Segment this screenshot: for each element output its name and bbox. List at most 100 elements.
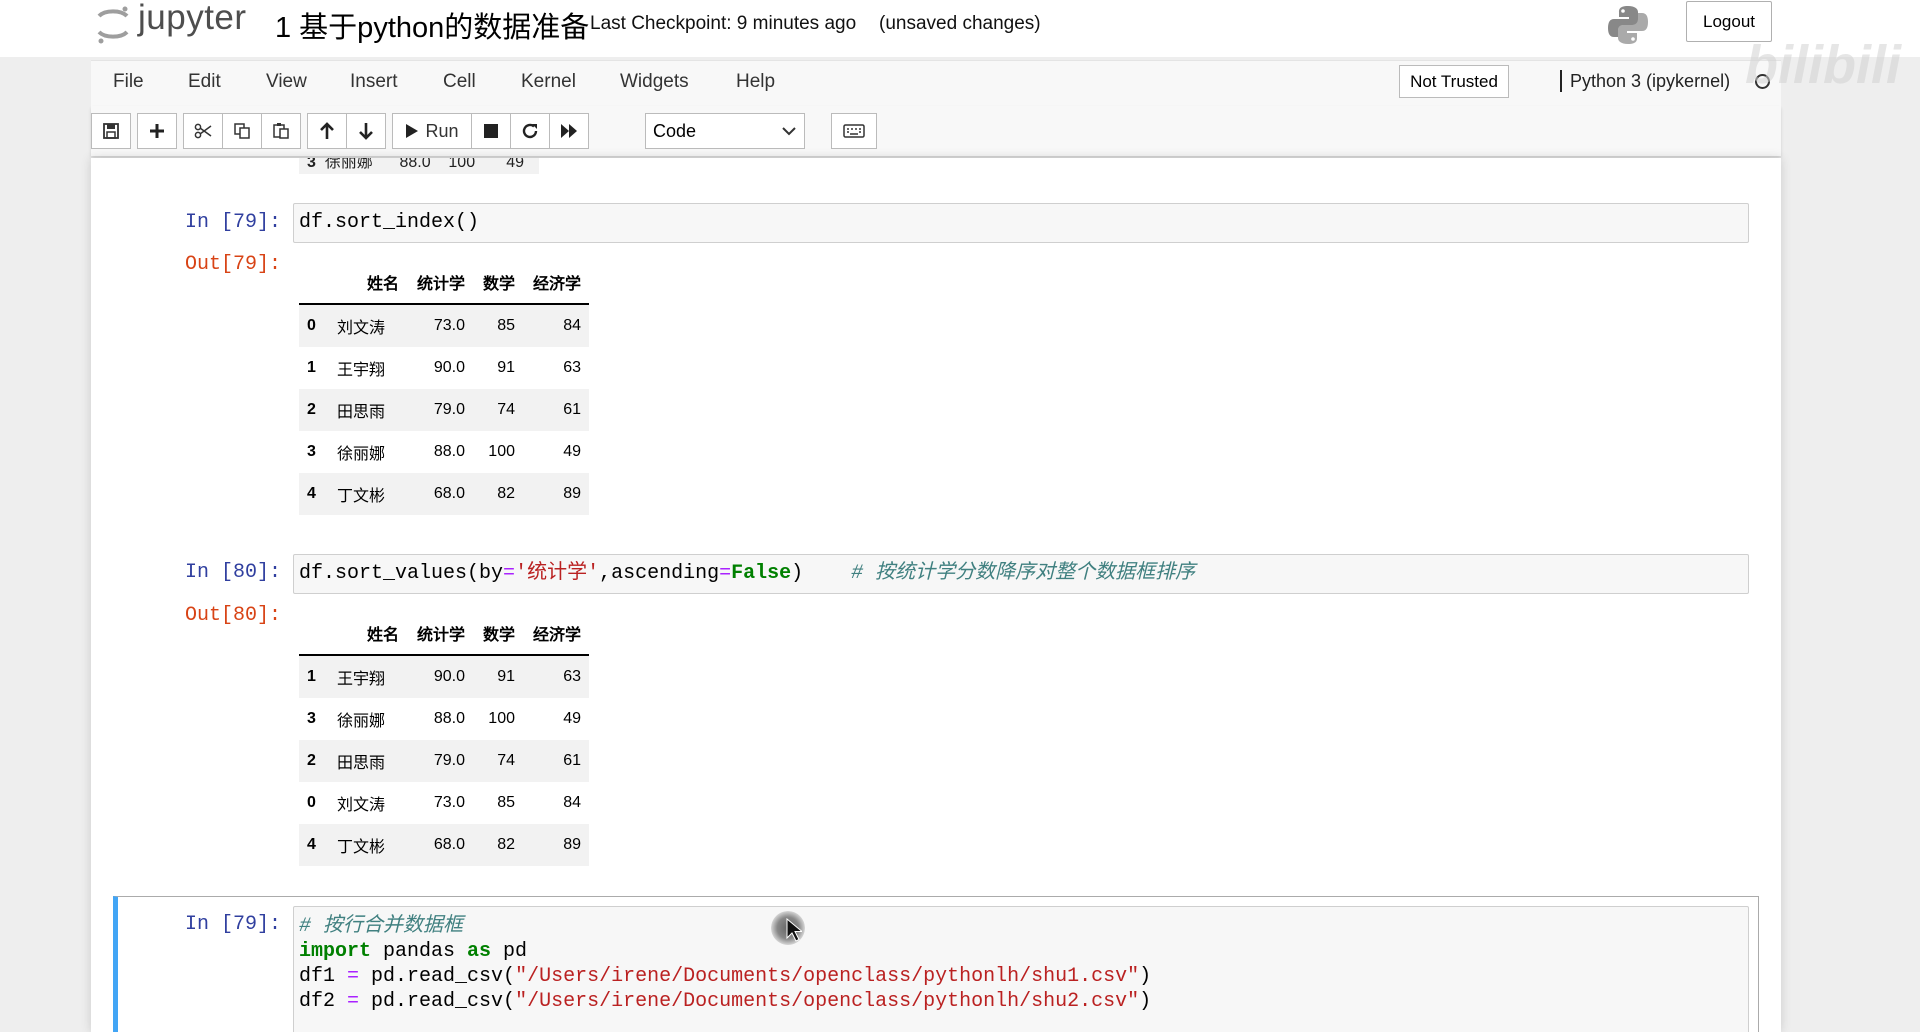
arrow-up-icon [320,122,334,139]
copy-button[interactable] [222,113,262,149]
table-cell: 徐丽娜 [337,713,386,730]
output-prompt: Out[79]: [184,253,281,276]
save-button[interactable] [91,113,131,149]
menubar: File Edit View Insert Cell Kernel Widget… [91,60,1781,106]
column-header [299,611,329,656]
header: jupyter 1 基于python的数据准备 Last Checkpoint:… [0,0,1920,57]
dataframe-output: 姓名 统计学 数学 经济学 1 王宇翔 90.0 91 63 3 徐丽娜 88.0 100 49… [299,611,589,866]
table-cell: 91 [497,668,515,685]
fast-forward-icon [561,124,577,138]
chevron-down-icon [782,127,796,136]
scissors-icon [194,123,212,139]
table-cell: 79.0 [433,752,465,769]
table-row: 3 徐丽娜 88.0 100 49 [299,698,589,740]
code-cell-input[interactable]: # 按行合并数据框 import pandas as pd df1 = pd.r… [293,906,1749,1032]
dataframe-output: 姓名 统计学 数学 经济学 0 刘文涛 73.0 85 84 1 王宇翔 90.0 91 63 … [299,260,589,515]
table-row: 1 王宇翔 90.0 91 63 [299,347,589,389]
menu-help[interactable]: Help [736,71,775,93]
play-icon [406,124,419,138]
code-line: df.sort_index() [299,211,480,234]
table-cell: 61 [563,752,581,769]
truncated-row-text: 3 徐丽娜 88.0 100 49 [307,158,525,171]
table-cell: 徐丽娜 [337,446,386,463]
paste-button[interactable] [261,113,301,149]
row-index: 2 [307,401,316,418]
table-row: 2 田思雨 79.0 74 61 [299,389,589,431]
input-prompt: In [79]: [184,211,281,234]
kernel-name[interactable]: Python 3 (ipykernel) [1560,70,1730,92]
table-cell: 85 [497,317,515,334]
code-cell-input[interactable]: df.sort_index() [293,203,1749,243]
column-header: 统计学 [407,611,473,656]
table-cell: 84 [563,317,581,334]
menu-insert[interactable]: Insert [350,71,398,93]
not-trusted-button[interactable]: Not Trusted [1399,65,1509,98]
notebook-title[interactable]: 1 基于python的数据准备 [275,4,589,46]
menu-file[interactable]: File [113,71,144,93]
table-cell: 63 [563,359,581,376]
code-cell-input[interactable]: df.sort_values(by='统计学',ascending=False)… [293,554,1749,594]
column-header: 数学 [473,611,523,656]
column-header: 姓名 [329,260,407,305]
column-header [299,260,329,305]
table-cell: 73.0 [433,794,465,811]
python-logo-icon [1608,6,1648,44]
table-cell: 73.0 [433,317,465,334]
input-prompt: In [80]: [184,561,281,584]
notebook-container[interactable]: 3 徐丽娜 88.0 100 49 In [79]: df.sort_index… [91,158,1781,1032]
row-index: 0 [307,794,316,811]
table-cell: 79.0 [433,401,465,418]
input-prompt: In [79]: [184,913,281,936]
cut-button[interactable] [183,113,223,149]
jupyter-logo-text[interactable]: jupyter [138,0,247,38]
code-line: df.sort_values(by='统计学',ascending=False)… [299,562,1196,585]
run-button[interactable]: Run [392,113,472,149]
table-cell: 85 [497,794,515,811]
menu-kernel[interactable]: Kernel [521,71,576,93]
row-index: 0 [307,317,316,334]
command-palette-button[interactable] [831,113,877,149]
truncated-table-row: 3 徐丽娜 88.0 100 49 [299,158,539,174]
table-header-row: 姓名 统计学 数学 经济学 [299,611,589,656]
insert-cell-button[interactable] [137,113,177,149]
paste-icon [273,123,289,139]
table-cell: 68.0 [433,485,465,502]
row-index: 2 [307,752,316,769]
restart-run-all-button[interactable] [549,113,589,149]
table-cell: 68.0 [433,836,465,853]
column-header: 数学 [473,260,523,305]
row-index: 4 [307,485,316,502]
keyboard-icon [843,124,865,138]
interrupt-button[interactable] [471,113,511,149]
table-cell: 100 [488,443,515,460]
restart-button[interactable] [510,113,550,149]
restart-icon [522,123,538,139]
menu-cell[interactable]: Cell [443,71,476,93]
table-cell: 91 [497,359,515,376]
menu-widgets[interactable]: Widgets [620,71,689,93]
code-comment: # 按行合并数据框 [299,915,464,938]
toolbar: Run Code [91,106,1781,156]
cell-type-select[interactable]: Code [645,113,805,149]
code-line: import pandas as pd [299,940,528,963]
cell-type-value: Code [653,120,697,141]
row-index: 1 [307,668,316,685]
plus-icon [150,124,164,138]
table-cell: 王宇翔 [337,362,386,379]
code-line: df2 = pd.read_csv("/Users/irene/Document… [299,990,1152,1013]
table-cell: 王宇翔 [337,671,386,688]
table-row: 4 丁文彬 68.0 82 89 [299,473,589,515]
menu-view[interactable]: View [266,71,307,93]
code-line: df1 = pd.read_csv("/Users/irene/Document… [299,965,1152,988]
table-row: 1 王宇翔 90.0 91 63 [299,655,589,698]
menu-edit[interactable]: Edit [188,71,221,93]
table-cell: 丁文彬 [337,839,386,856]
table-cell: 88.0 [433,443,465,460]
table-cell: 74 [497,752,515,769]
column-header: 姓名 [329,611,407,656]
table-cell: 84 [563,794,581,811]
table-cell: 田思雨 [337,404,386,421]
table-cell: 74 [497,401,515,418]
move-down-button[interactable] [346,113,386,149]
move-up-button[interactable] [307,113,347,149]
